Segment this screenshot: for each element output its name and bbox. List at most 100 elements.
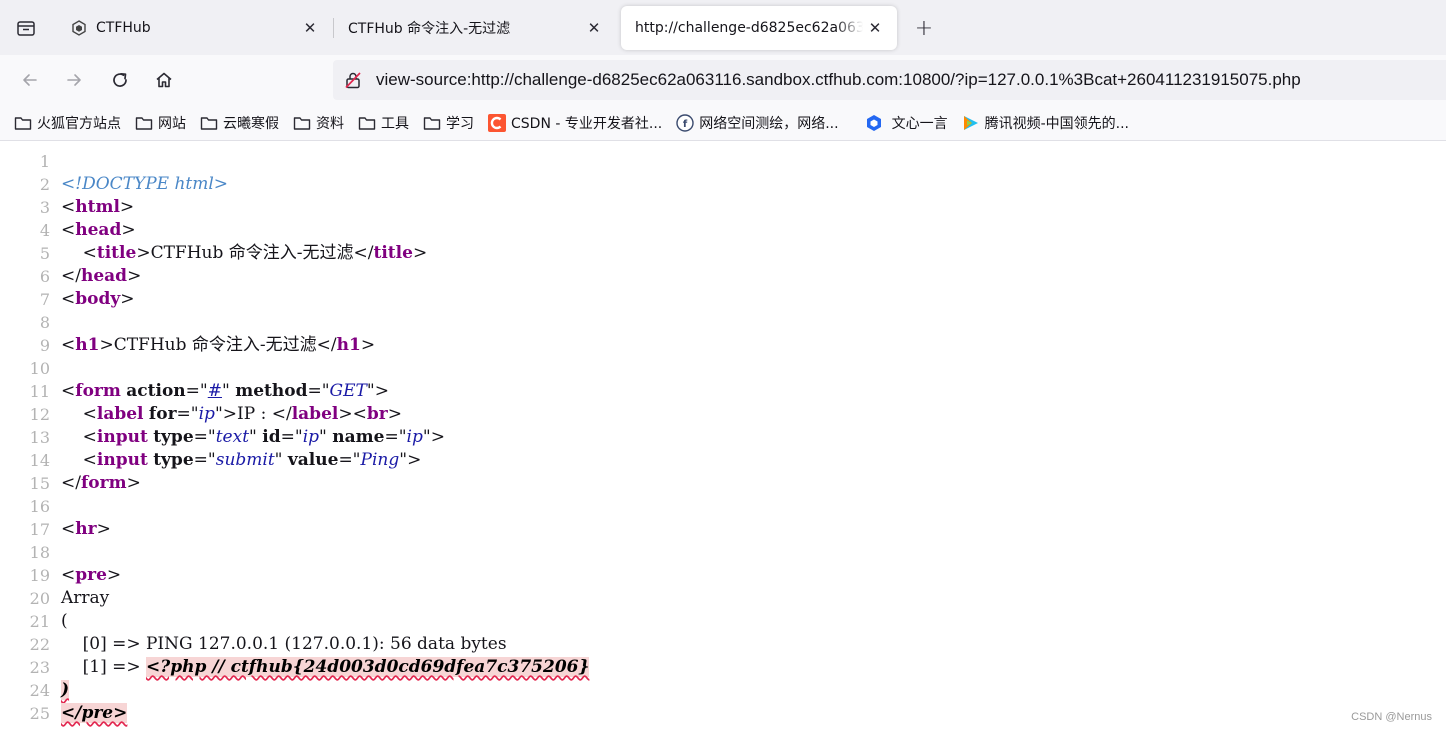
tab-view-source[interactable]: http://challenge-d6825ec62a063116.sandbo… <box>621 6 897 50</box>
source-line: 16 <box>0 495 1446 518</box>
line-number: 13 <box>29 428 50 447</box>
title-text: CTFHub 命令注入-无过滤 <box>150 243 354 263</box>
tab-overview-button[interactable] <box>10 12 42 44</box>
close-tab-icon[interactable]: ✕ <box>298 16 322 40</box>
line-number: 22 <box>29 635 50 654</box>
folder-icon <box>293 114 311 132</box>
array-text: Array <box>61 588 110 608</box>
input-type-value: submit <box>215 450 275 470</box>
source-line: 15 </form> <box>0 472 1446 495</box>
tab-label: CTFHub 命令注入-无过滤 <box>348 21 511 37</box>
source-line: 23 [1] => <?php // ctfhub{24d003d0cd69df… <box>0 656 1446 679</box>
source-line: 4 <head> <box>0 219 1446 242</box>
line-number: 9 <box>39 336 50 355</box>
line-number: 1 <box>39 152 50 171</box>
folder-icon <box>358 114 376 132</box>
source-line: 20 Array <box>0 587 1446 610</box>
tab-command-injection[interactable]: CTFHub 命令注入-无过滤 ✕ <box>334 6 616 50</box>
bookmark-label: 云曦寒假 <box>223 115 279 132</box>
line-number: 2 <box>39 175 50 194</box>
close-paren-text: ) <box>61 680 70 700</box>
address-bar[interactable]: view-source:http://challenge-d6825ec62a0… <box>333 60 1446 100</box>
folder-icon <box>14 114 32 132</box>
fofa-icon: f <box>676 113 694 132</box>
line-number: 16 <box>29 497 50 516</box>
home-button[interactable] <box>148 64 180 96</box>
input-id-value: ip <box>302 427 320 447</box>
line-number: 14 <box>29 451 50 470</box>
line-number: 10 <box>29 359 50 378</box>
watermark: CSDN @Nernus <box>1351 711 1432 723</box>
tab-overview-icon <box>17 21 35 36</box>
forward-arrow-icon <box>67 74 81 86</box>
tab-ctfhub[interactable]: CTFHub ✕ <box>57 6 332 50</box>
bookmark-wenxin[interactable]: 文心一言 <box>865 110 948 136</box>
source-line: 21 ( <box>0 610 1446 633</box>
reload-icon <box>113 72 127 87</box>
close-tab-icon[interactable]: ✕ <box>863 16 887 40</box>
source-line: 6 </head> <box>0 265 1446 288</box>
source-line: 7 <body> <box>0 288 1446 311</box>
line-number: 8 <box>39 313 50 332</box>
line-number: 19 <box>29 566 50 585</box>
folder-icon <box>135 114 153 132</box>
label-text: IP : <box>237 404 272 424</box>
bookmark-folder-study[interactable]: 学习 <box>423 110 474 136</box>
source-line: 13 <input type="text" id="ip" name="ip"> <box>0 426 1446 449</box>
bookmark-csdn[interactable]: CSDN - 专业开发者社... <box>488 110 662 136</box>
line-number: 3 <box>39 198 50 217</box>
input-value-value: Ping <box>360 450 400 470</box>
line-number: 23 <box>29 658 50 677</box>
line-number: 20 <box>29 589 50 608</box>
bookmark-folder-yunxi[interactable]: 云曦寒假 <box>200 110 279 136</box>
bookmark-tencent-video[interactable]: 腾讯视频-中国领先的... <box>962 110 1129 136</box>
open-paren-text: ( <box>61 611 68 631</box>
source-line: 25 </pre> <box>0 702 1446 725</box>
home-icon <box>156 72 172 88</box>
source-line: 24) <box>0 679 1446 702</box>
view-source-content: 1 2 <!DOCTYPE html> 3 <html> 4 <head> 5 <ti… <box>0 150 1446 731</box>
bookmark-label: 资料 <box>316 115 344 132</box>
url-text[interactable]: view-source:http://challenge-d6825ec62a0… <box>376 70 1301 90</box>
line-number: 17 <box>29 520 50 539</box>
line-number: 7 <box>39 290 50 309</box>
tab-label: CTFHub <box>96 20 151 36</box>
source-line: 9 <h1>CTFHub 命令注入-无过滤</h1> <box>0 334 1446 357</box>
doctype-declaration: <!DOCTYPE html> <box>61 174 229 194</box>
source-line: 14 <input type="submit" value="Ping"> <box>0 449 1446 472</box>
bookmark-label: 文心一言 <box>891 115 948 132</box>
bookmark-folder-firefox[interactable]: 火狐官方站点 <box>14 110 121 136</box>
tab-strip: CTFHub ✕ CTFHub 命令注入-无过滤 ✕ http://challe… <box>0 0 1446 55</box>
input-type-value: text <box>215 427 250 447</box>
source-line: 2 <!DOCTYPE html> <box>0 173 1446 196</box>
bookmark-folder-tools[interactable]: 工具 <box>358 110 409 136</box>
close-pre-tag: </pre> <box>61 703 128 723</box>
source-line: 17 <hr> <box>0 518 1446 541</box>
source-line: 12 <label for="ip">IP : </label><br> <box>0 403 1446 426</box>
source-line: 1 <box>0 150 1446 173</box>
line-number: 24 <box>29 681 50 700</box>
bookmark-folder-resources[interactable]: 资料 <box>293 110 344 136</box>
forward-button[interactable] <box>58 64 90 96</box>
source-line: 22 [0] => PING 127.0.0.1 (127.0.0.1): 56… <box>0 633 1446 656</box>
array-item-prefix: [1] => <box>61 657 146 677</box>
source-line: 19 <pre> <box>0 564 1446 587</box>
tencent-video-icon <box>962 114 980 132</box>
new-tab-button[interactable]: + <box>910 14 938 42</box>
insecure-lock-icon[interactable] <box>343 70 363 90</box>
line-number: 15 <box>29 474 50 493</box>
flag-php-text: <?php // ctfhub{24d003d0cd69dfea7c375206… <box>146 657 590 677</box>
line-number: 25 <box>29 704 50 723</box>
h1-text: CTFHub 命令注入-无过滤 <box>113 335 317 355</box>
folder-icon <box>423 114 441 132</box>
back-button[interactable] <box>14 64 46 96</box>
form-method-value: GET <box>329 381 367 401</box>
close-tab-icon[interactable]: ✕ <box>582 16 606 40</box>
bookmark-fofa[interactable]: f 网络空间测绘，网络... <box>676 110 839 136</box>
reload-button[interactable] <box>104 64 136 96</box>
ctfhub-favicon-icon <box>71 20 87 36</box>
bookmark-folder-websites[interactable]: 网站 <box>135 110 186 136</box>
bookmark-label: 火狐官方站点 <box>37 115 121 132</box>
form-action-link[interactable]: # <box>208 381 222 401</box>
csdn-icon <box>488 113 506 132</box>
